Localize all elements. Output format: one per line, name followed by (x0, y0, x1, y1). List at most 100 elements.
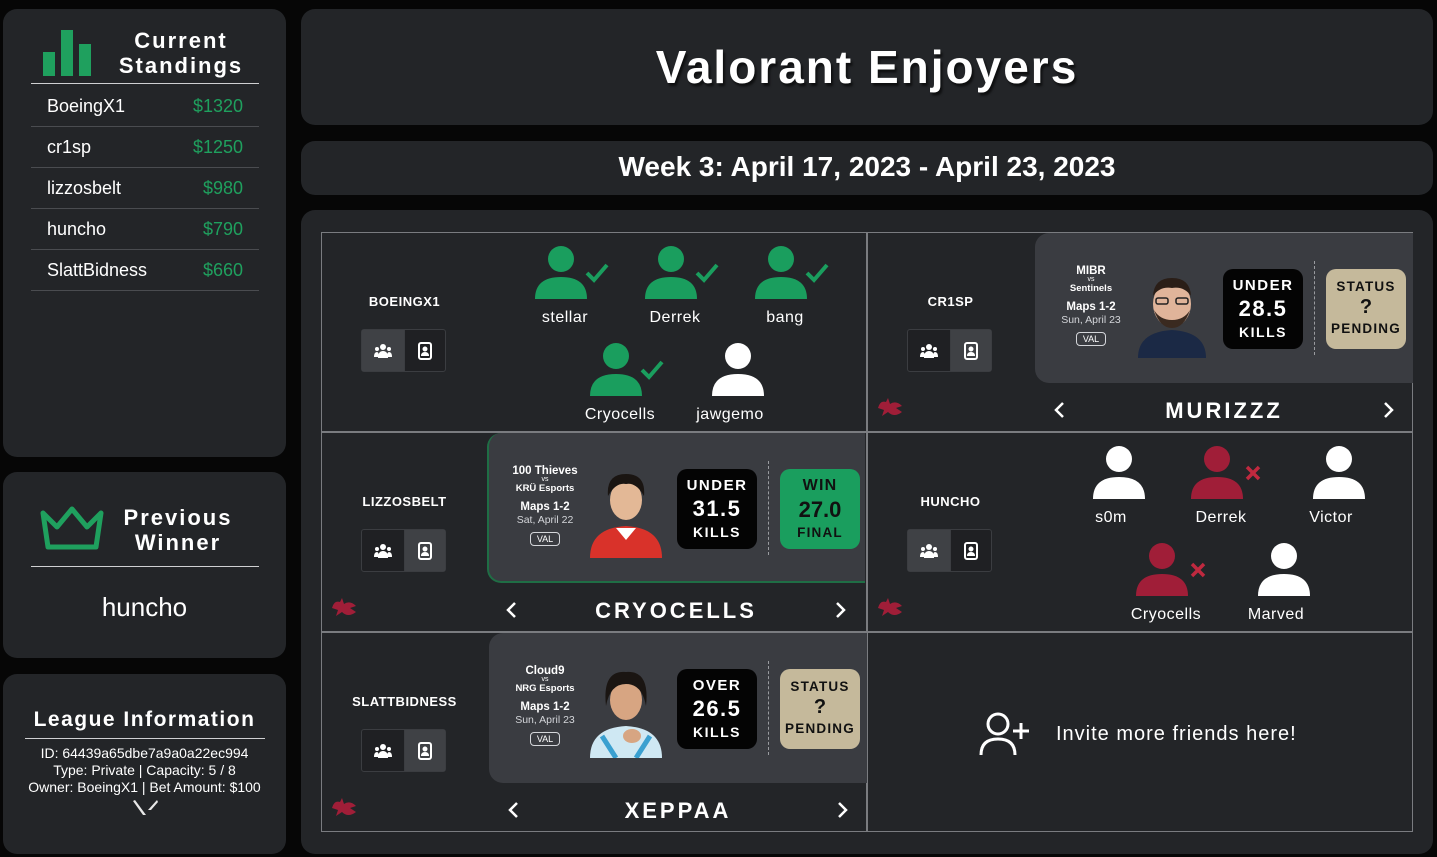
maps-label: Maps 1-2 (1066, 301, 1116, 313)
line-type: UNDER (1232, 277, 1294, 294)
view-toggle (907, 329, 992, 372)
chevron-right-icon[interactable] (1383, 401, 1395, 419)
bet-view-button[interactable] (403, 530, 445, 571)
standings-row: lizzosbelt $980 (31, 168, 259, 209)
bet-line-box: UNDER 31.5 KILLS (677, 469, 757, 549)
player-card: LIZZOSBELT 100 Thieves vs KRÜ Esports Ma… (321, 432, 867, 632)
player-card-icon (417, 741, 432, 760)
bet-pager: MURIZZZ (1035, 396, 1413, 426)
line-type: UNDER (686, 477, 748, 494)
bet-status-box: STATUS ? PENDING (1326, 269, 1406, 349)
chevron-right-icon[interactable] (835, 601, 847, 619)
match-info: MIBR vs Sentinels Maps 1-2 Sun, April 23… (1045, 265, 1137, 347)
line-value: 31.5 (692, 496, 742, 521)
pick-item: Victor (1276, 445, 1386, 527)
user-icon (1092, 446, 1145, 499)
bet-view-button[interactable] (949, 530, 992, 571)
standings-title: Current Standings (118, 28, 244, 78)
player-card: CR1SP MIBR vs Sentinels Maps 1-2 Sun, Ap… (867, 232, 1413, 432)
bet-line-box: OVER 26.5 KILLS (677, 669, 757, 749)
pick-name: Cryocells (1130, 606, 1202, 623)
bet-card: 100 Thieves vs KRÜ Esports Maps 1-2 Sat,… (487, 433, 865, 583)
chevron-right-icon[interactable] (837, 801, 849, 819)
pick-name: Derrek (649, 309, 701, 326)
match-info: Cloud9 vs NRG Esports Maps 1-2 Sun, Apri… (499, 665, 591, 747)
standings-panel: Current Standings BoeingX1 $1320 cr1sp $… (3, 9, 286, 457)
bet-view-button[interactable] (403, 730, 445, 771)
league-owner: Owner: BoeingX1 | Bet Amount: $100 (28, 779, 261, 795)
divider (768, 461, 769, 555)
bar-chart-icon (43, 30, 91, 76)
player-card-icon (417, 541, 432, 560)
player-card-icon (963, 541, 978, 560)
pick-name: jawgemo (696, 406, 764, 423)
view-toggle (361, 329, 446, 372)
bet-view-button[interactable] (949, 330, 991, 371)
pick-name: bang (766, 309, 804, 326)
divider (31, 566, 259, 567)
player-name: LIZZOSBELT (362, 494, 447, 509)
league-title: Valorant Enjoyers (655, 41, 1079, 93)
bet-status-box: WIN 27.0 FINAL (780, 469, 860, 549)
user-check-icon (754, 246, 829, 299)
previous-winner-panel: Previous Winner huncho (3, 472, 286, 658)
team-logo-icon (878, 598, 902, 616)
user-x-icon (1190, 446, 1260, 499)
maps-label: Maps 1-2 (520, 501, 570, 513)
group-icon (373, 743, 392, 758)
team-2: KRÜ Esports (515, 483, 575, 494)
match-date: Sat, April 22 (516, 514, 574, 526)
crown-icon (40, 506, 104, 550)
bet-view-button[interactable] (403, 330, 446, 371)
pick-item: Cryocells (1111, 542, 1221, 624)
pick-item: Marved (1221, 542, 1331, 624)
group-icon (373, 343, 392, 358)
player-photo (586, 466, 666, 558)
invite-card[interactable]: Invite more friends here! (867, 632, 1413, 832)
line-value: 26.5 (692, 696, 742, 721)
player-photo (586, 666, 666, 758)
standings-row: BoeingX1 $1320 (31, 86, 259, 127)
team-view-button[interactable] (362, 330, 404, 371)
team-view-button[interactable] (908, 530, 950, 571)
bet-status-box: STATUS ? PENDING (780, 669, 860, 749)
player-name: SLATTBIDNESS (352, 694, 457, 709)
user-x-icon (1135, 543, 1205, 596)
pick-item: s0m (1056, 445, 1166, 527)
pick-item: Derrek (1166, 445, 1276, 527)
player-photo (1132, 266, 1212, 358)
bet-player-name: CRYOCELLS (595, 598, 757, 623)
team-view-button[interactable] (362, 730, 404, 771)
line-unit: KILLS (693, 724, 741, 740)
previous-winner-title: Previous Winner (123, 505, 233, 555)
team-view-button[interactable] (908, 330, 950, 371)
pick-item: bang (730, 245, 840, 327)
player-card-icon (963, 341, 978, 360)
player-card: SLATTBIDNESS Cloud9 vs NRG Esports Maps … (321, 632, 867, 832)
player-name: CR1SP (927, 294, 974, 309)
standings-amount: $790 (202, 219, 243, 239)
week-panel: Week 3: April 17, 2023 - April 23, 2023 (301, 141, 1433, 195)
status-value: ? (1359, 296, 1373, 318)
player-card: BOEINGX1 stellar Derrek bang Cryocells j… (321, 232, 867, 432)
standings-amount: $1250 (192, 137, 243, 157)
game-badge: VAL (529, 532, 561, 546)
invite-text: Invite more friends here! (1056, 722, 1297, 745)
team-view-button[interactable] (362, 530, 404, 571)
previous-winner-name: huncho (101, 592, 188, 622)
view-toggle (907, 529, 992, 572)
pick-name: Derrek (1195, 509, 1247, 526)
game-badge: VAL (529, 732, 561, 746)
status-state: PENDING (785, 721, 855, 736)
standings-header: Current Standings (31, 24, 259, 84)
user-check-icon (644, 246, 719, 299)
invite-link[interactable]: Invite more friends here! (978, 711, 1297, 757)
match-date: Sun, April 23 (515, 714, 575, 726)
pick-name: Cryocells (584, 406, 656, 423)
team-2: Sentinels (1069, 283, 1113, 294)
team-logo-icon (878, 398, 902, 416)
standings-amount: $660 (202, 260, 243, 280)
status-value: ? (813, 696, 827, 718)
line-unit: KILLS (1239, 324, 1287, 340)
player-name: BOEINGX1 (368, 294, 441, 309)
